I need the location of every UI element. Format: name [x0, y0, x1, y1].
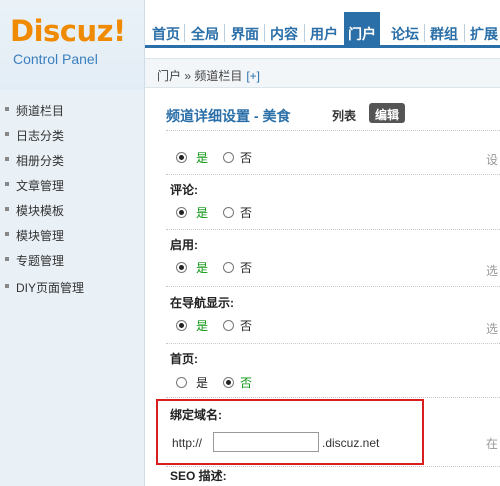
- sidebar-item-diy-pages[interactable]: DIY页面管理: [0, 275, 144, 299]
- tab-extensions[interactable]: 扩展: [469, 24, 499, 44]
- tab-groups[interactable]: 群组: [429, 24, 459, 44]
- field-0-yes-label[interactable]: 是: [196, 149, 208, 166]
- sidebar-item-label: 日志分类: [16, 129, 65, 143]
- sidebar-item-topics[interactable]: 专题管理: [0, 248, 144, 272]
- homepage-no-label[interactable]: 否: [240, 374, 252, 391]
- show-in-nav-yes-label[interactable]: 是: [196, 317, 208, 334]
- sidebar-item-label: 相册分类: [16, 154, 65, 168]
- field-0-hint: 设: [486, 153, 499, 167]
- domain-input[interactable]: [213, 432, 319, 452]
- bullet-icon: [5, 132, 9, 136]
- breadcrumb-path[interactable]: 门户 » 频道栏目: [157, 69, 242, 83]
- bullet-icon: [5, 284, 9, 288]
- homepage-yes-label[interactable]: 是: [196, 374, 208, 391]
- enabled-hint: 选: [486, 264, 499, 278]
- comments-yes-radio[interactable]: [176, 207, 187, 218]
- main-panel: 频道详细设置 - 美食 列表 编辑 是 否 设 评论: 是 否 启用: 是 否: [146, 90, 500, 486]
- bullet-icon: [5, 207, 9, 211]
- show-in-nav-yes-radio[interactable]: [176, 320, 187, 331]
- top-navigation: 首页 全局 界面 内容 用户 门户 论坛 群组 扩展: [145, 10, 500, 48]
- bullet-icon: [5, 182, 9, 186]
- comments-label: 评论:: [170, 183, 198, 197]
- breadcrumb-add-button[interactable]: [+]: [246, 69, 260, 83]
- enabled-yes-radio[interactable]: [176, 262, 187, 273]
- seo-description-label: SEO 描述:: [170, 469, 227, 483]
- tab-divider: [424, 24, 425, 42]
- tab-global[interactable]: 全局: [190, 24, 220, 44]
- header: Discuz! Control Panel 首页 全局 界面 内容 用户 门户 …: [0, 0, 500, 90]
- row-divider: [166, 343, 500, 344]
- show-in-nav-hint: 选: [486, 322, 499, 336]
- sidebar-item-label: 模块模板: [16, 204, 65, 218]
- tab-content[interactable]: 内容: [269, 24, 299, 44]
- row-divider: [166, 174, 500, 175]
- sidebar-item-label: 文章管理: [16, 179, 65, 193]
- enabled-label: 启用:: [170, 238, 198, 252]
- tab-portal[interactable]: 门户: [344, 12, 380, 46]
- tab-divider: [184, 24, 185, 42]
- row-divider: [166, 229, 500, 230]
- logo-subtitle: Control Panel: [13, 51, 98, 67]
- edit-tab[interactable]: 编辑: [369, 103, 406, 123]
- sidebar-item-label: 专题管理: [16, 254, 65, 268]
- row-divider: [166, 286, 500, 287]
- field-0-yes-radio[interactable]: [176, 152, 187, 163]
- tab-divider: [224, 24, 225, 42]
- logo-mark: Discuz!: [10, 14, 126, 48]
- domain-suffix: .discuz.net: [322, 436, 380, 450]
- list-tab[interactable]: 列表: [332, 107, 356, 124]
- sidebar-item-channels[interactable]: 频道栏目: [0, 98, 144, 122]
- comments-yes-label[interactable]: 是: [196, 204, 208, 221]
- enabled-no-radio[interactable]: [223, 262, 234, 273]
- field-0-no-label[interactable]: 否: [240, 149, 252, 166]
- sidebar-item-label: 频道栏目: [16, 104, 65, 118]
- bullet-icon: [5, 257, 9, 261]
- homepage-label: 首页:: [170, 352, 198, 366]
- enabled-yes-label[interactable]: 是: [196, 259, 208, 276]
- row-divider: [166, 397, 500, 398]
- homepage-yes-radio[interactable]: [176, 377, 187, 388]
- sidebar: 频道栏目 日志分类 相册分类 文章管理 模块模板 模块管理 专题管理 DIY页面…: [0, 90, 145, 486]
- bullet-icon: [5, 232, 9, 236]
- page-title: 频道详细设置 - 美食: [166, 108, 291, 124]
- comments-no-radio[interactable]: [223, 207, 234, 218]
- sidebar-item-blog-categories[interactable]: 日志分类: [0, 123, 144, 147]
- tab-divider: [464, 24, 465, 42]
- domain-label: 绑定域名:: [170, 408, 222, 422]
- tab-divider: [304, 24, 305, 42]
- tab-home[interactable]: 首页: [151, 24, 181, 44]
- field-0-no-radio[interactable]: [223, 152, 234, 163]
- homepage-no-radio[interactable]: [223, 377, 234, 388]
- sidebar-item-album-categories[interactable]: 相册分类: [0, 148, 144, 172]
- show-in-nav-no-radio[interactable]: [223, 320, 234, 331]
- comments-no-label[interactable]: 否: [240, 204, 252, 221]
- breadcrumb: 门户 » 频道栏目 [+]: [157, 67, 260, 84]
- sidebar-item-blocks[interactable]: 模块管理: [0, 223, 144, 247]
- show-in-nav-label: 在导航显示:: [170, 296, 234, 310]
- domain-prefix: http://: [172, 436, 203, 450]
- sidebar-item-articles[interactable]: 文章管理: [0, 173, 144, 197]
- tab-interface[interactable]: 界面: [230, 24, 260, 44]
- enabled-no-label[interactable]: 否: [240, 259, 252, 276]
- bullet-icon: [5, 157, 9, 161]
- sidebar-item-label: 模块管理: [16, 229, 65, 243]
- control-panel: Discuz! Control Panel 首页 全局 界面 内容 用户 门户 …: [0, 0, 500, 486]
- domain-hint: 在: [486, 437, 499, 451]
- sidebar-item-label: DIY页面管理: [16, 281, 85, 295]
- bullet-icon: [5, 107, 9, 111]
- row-divider: [166, 130, 500, 131]
- sidebar-item-block-templates[interactable]: 模块模板: [0, 198, 144, 222]
- tab-forum[interactable]: 论坛: [390, 24, 420, 44]
- logo[interactable]: Discuz! Control Panel: [0, 0, 145, 90]
- show-in-nav-no-label[interactable]: 否: [240, 317, 252, 334]
- breadcrumb-bar: 门户 » 频道栏目 [+]: [145, 58, 500, 88]
- tab-users[interactable]: 用户: [309, 24, 339, 44]
- tab-divider: [264, 24, 265, 42]
